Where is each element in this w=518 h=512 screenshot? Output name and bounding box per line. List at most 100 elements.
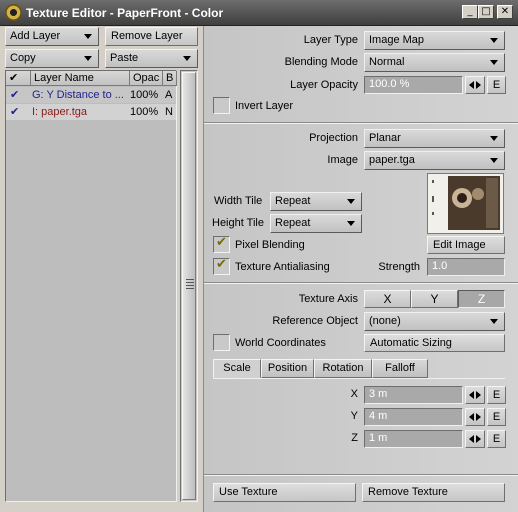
- image-label: Image: [327, 154, 358, 166]
- reference-object-dropdown[interactable]: (none): [364, 312, 505, 331]
- chevron-down-icon: [490, 60, 498, 65]
- copy-label: Copy: [10, 52, 36, 64]
- blending-mode-value: Normal: [369, 56, 405, 68]
- grip-line: [186, 282, 194, 283]
- axis-x-button[interactable]: X: [364, 290, 411, 308]
- layer-opacity-field[interactable]: 100.0 %: [364, 76, 463, 94]
- automatic-sizing-button[interactable]: Automatic Sizing: [364, 334, 505, 352]
- chevron-down-icon: [490, 319, 498, 324]
- layer-blend: N: [165, 106, 173, 118]
- window-title: Texture Editor - PaperFront - Color: [26, 6, 224, 20]
- width-tile-label: Width Tile: [214, 195, 263, 207]
- column-header-opacity[interactable]: Opac: [130, 71, 163, 86]
- world-coordinates-checkbox[interactable]: [213, 334, 230, 351]
- height-tile-dropdown[interactable]: Repeat: [270, 214, 362, 233]
- strength-label: Strength: [378, 261, 420, 273]
- z-label: Z: [351, 432, 358, 444]
- layer-type-value: Image Map: [369, 34, 425, 46]
- image-dropdown[interactable]: paper.tga: [364, 151, 505, 170]
- chevron-down-icon: [183, 56, 191, 61]
- texture-axis-label: Texture Axis: [298, 293, 358, 305]
- chevron-down-icon: [490, 38, 498, 43]
- arrow-right-icon: [476, 435, 481, 443]
- add-layer-dropdown[interactable]: Add Layer: [5, 27, 99, 46]
- height-tile-label: Height Tile: [212, 217, 264, 229]
- y-label: Y: [350, 410, 358, 422]
- add-layer-label: Add Layer: [10, 30, 61, 42]
- strength-field[interactable]: 1.0: [427, 258, 505, 276]
- scale-x-field[interactable]: 3 m: [364, 386, 463, 404]
- remove-layer-button[interactable]: Remove Layer: [105, 27, 198, 46]
- checkmark-icon: ✔: [216, 235, 227, 250]
- invert-layer-checkbox[interactable]: [213, 97, 230, 114]
- scale-y-envelope-button[interactable]: E: [487, 408, 506, 426]
- texture-antialiasing-label: Texture Antialiasing: [235, 261, 330, 273]
- image-value: paper.tga: [369, 154, 415, 166]
- axis-z-button[interactable]: Z: [458, 290, 505, 308]
- scale-y-stepper[interactable]: [465, 408, 485, 426]
- layer-opacity: 100%: [130, 89, 159, 101]
- layer-name: I: paper.tga: [32, 106, 88, 118]
- arrow-left-icon: [469, 435, 474, 443]
- close-button[interactable]: ✕: [497, 5, 513, 19]
- chevron-down-icon: [347, 221, 355, 226]
- image-preview[interactable]: [427, 173, 504, 234]
- tab-rotation[interactable]: Rotation: [314, 359, 372, 378]
- pixel-blending-checkbox[interactable]: ✔: [213, 235, 230, 253]
- layer-list[interactable]: ✔ Layer Name Opac B ✔ G: Y Distance to .…: [5, 70, 177, 502]
- arrow-right-icon: [476, 81, 481, 89]
- layer-row[interactable]: ✔ G: Y Distance to ... 100% A: [6, 87, 176, 103]
- projection-label: Projection: [309, 132, 358, 144]
- layer-enable-check[interactable]: ✔: [10, 104, 24, 120]
- texture-antialiasing-checkbox[interactable]: ✔: [213, 257, 230, 275]
- scrollbar-thumb[interactable]: [182, 72, 196, 500]
- layer-blend: A: [165, 89, 173, 101]
- column-header-check[interactable]: ✔: [6, 71, 31, 86]
- layer-row[interactable]: ✔ I: paper.tga 100% N: [6, 104, 176, 120]
- scale-z-field[interactable]: 1 m: [364, 430, 463, 448]
- chevron-down-icon: [84, 34, 92, 39]
- projection-dropdown[interactable]: Planar: [364, 129, 505, 148]
- x-label: X: [350, 388, 358, 400]
- tab-falloff[interactable]: Falloff: [372, 359, 428, 378]
- tab-baseline: [213, 378, 505, 379]
- paste-label: Paste: [110, 52, 139, 64]
- layer-opacity-envelope-button[interactable]: E: [487, 76, 506, 94]
- remove-texture-button[interactable]: Remove Texture: [362, 483, 505, 502]
- layer-type-dropdown[interactable]: Image Map: [364, 31, 505, 50]
- axis-y-button[interactable]: Y: [411, 290, 458, 308]
- pixel-blending-label: Pixel Blending: [235, 239, 305, 251]
- copy-dropdown[interactable]: Copy: [5, 49, 99, 68]
- column-header-blend[interactable]: B: [163, 71, 177, 86]
- width-tile-value: Repeat: [275, 195, 311, 207]
- scale-z-stepper[interactable]: [465, 430, 485, 448]
- scale-y-field[interactable]: 4 m: [364, 408, 463, 426]
- scale-x-envelope-button[interactable]: E: [487, 386, 506, 404]
- invert-layer-label: Invert Layer: [235, 100, 294, 112]
- paste-dropdown[interactable]: Paste: [105, 49, 198, 68]
- minimize-button[interactable]: _: [462, 5, 478, 19]
- layer-opacity-stepper[interactable]: [465, 76, 485, 94]
- scale-z-envelope-button[interactable]: E: [487, 430, 506, 448]
- chevron-down-icon: [84, 56, 92, 61]
- arrow-left-icon: [469, 413, 474, 421]
- edit-image-button[interactable]: Edit Image: [427, 236, 505, 254]
- blending-mode-dropdown[interactable]: Normal: [364, 53, 505, 72]
- grip-line: [186, 285, 194, 286]
- tab-position[interactable]: Position: [261, 359, 314, 378]
- checkmark-icon: ✔: [216, 257, 227, 272]
- use-texture-button[interactable]: Use Texture: [213, 483, 356, 502]
- width-tile-dropdown[interactable]: Repeat: [270, 192, 362, 211]
- scale-x-stepper[interactable]: [465, 386, 485, 404]
- layer-opacity-label: Layer Opacity: [290, 79, 358, 91]
- arrow-left-icon: [469, 391, 474, 399]
- layer-name: G: Y Distance to ...: [32, 89, 124, 101]
- world-coordinates-label: World Coordinates: [235, 337, 326, 349]
- height-tile-value: Repeat: [275, 217, 311, 229]
- blending-mode-label: Blending Mode: [284, 56, 358, 68]
- column-header-layer-name[interactable]: Layer Name: [31, 71, 130, 86]
- panel-scrollbar[interactable]: [180, 70, 198, 502]
- tab-scale[interactable]: Scale: [213, 359, 261, 378]
- maximize-button[interactable]: □: [478, 5, 494, 19]
- layer-enable-check[interactable]: ✔: [10, 87, 24, 103]
